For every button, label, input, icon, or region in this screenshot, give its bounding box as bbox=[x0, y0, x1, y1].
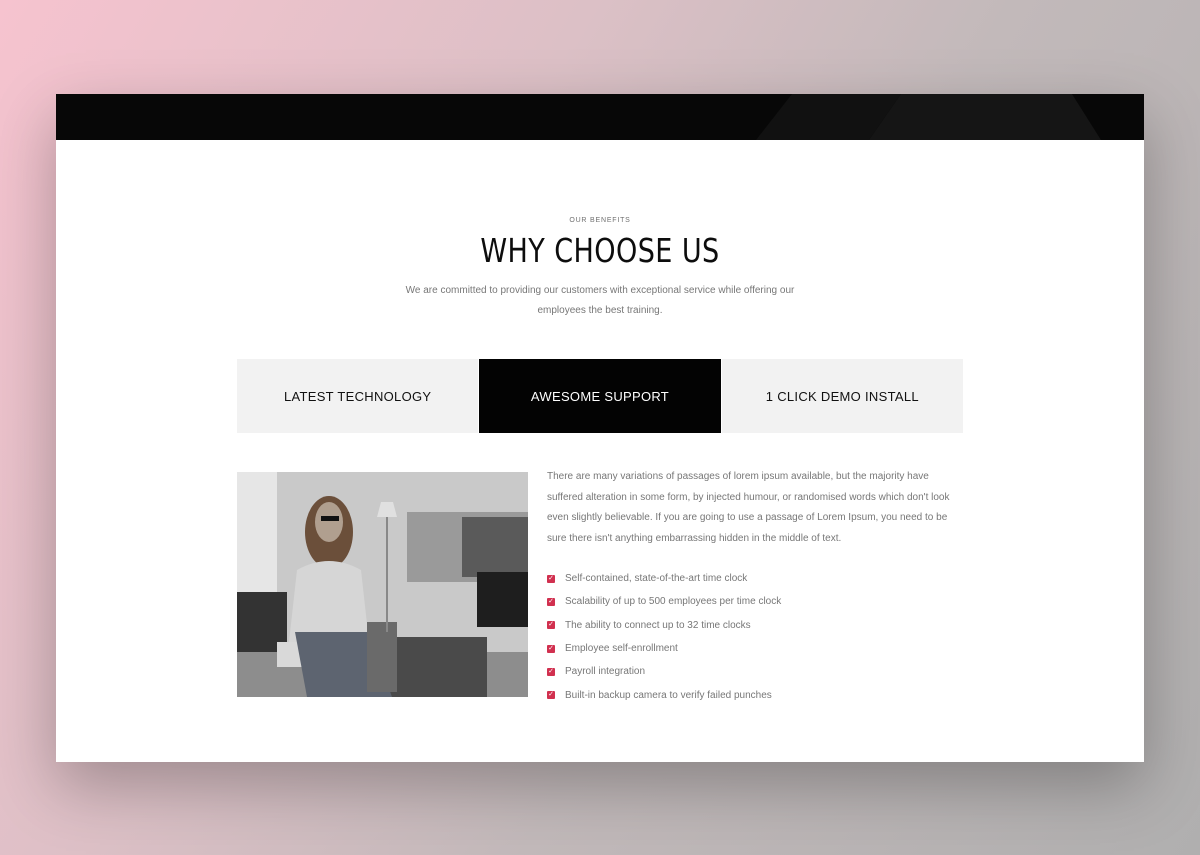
header-decoration bbox=[756, 94, 1101, 140]
section-title: WHY CHOOSE US bbox=[480, 231, 720, 270]
feature-label: Built-in backup camera to verify failed … bbox=[565, 689, 772, 701]
checkbox-checked-icon: ✓ bbox=[547, 691, 555, 700]
checkbox-checked-icon: ✓ bbox=[547, 574, 555, 583]
section-lead: We are committed to providing our custom… bbox=[405, 285, 795, 316]
section-eyebrow: OUR BENEFITS bbox=[569, 217, 631, 224]
list-item: ✓ Payroll integration bbox=[547, 660, 781, 683]
list-item: ✓ The ability to connect up to 32 time cl… bbox=[547, 614, 781, 637]
checkbox-checked-icon: ✓ bbox=[547, 597, 555, 606]
feature-label: Employee self-enrollment bbox=[565, 643, 678, 655]
checkbox-checked-icon: ✓ bbox=[547, 667, 555, 676]
feature-list: ✓ Self-contained, state-of-the-art time c… bbox=[547, 567, 781, 707]
feature-description: There are many variations of passages of… bbox=[547, 471, 950, 545]
feature-label: Self-contained, state-of-the-art time cl… bbox=[565, 573, 748, 585]
tab-one-click-demo-install[interactable]: 1 CLICK DEMO INSTALL bbox=[721, 359, 963, 433]
feature-label: Payroll integration bbox=[565, 666, 646, 678]
office-photo bbox=[237, 472, 528, 697]
list-item: ✓ Scalability of up to 500 employees per … bbox=[547, 590, 781, 613]
section-header: OUR BENEFITS WHY CHOOSE US We are commit… bbox=[56, 216, 1144, 321]
tab-latest-technology[interactable]: LATEST TECHNOLOGY bbox=[237, 359, 479, 433]
tab-awesome-support[interactable]: AWESOME SUPPORT bbox=[479, 359, 721, 433]
list-item: ✓ Employee self-enrollment bbox=[547, 637, 781, 660]
feature-label: The ability to connect up to 32 time clo… bbox=[565, 619, 751, 631]
list-item: ✓ Self-contained, state-of-the-art time c… bbox=[547, 567, 781, 590]
header-bar bbox=[56, 94, 1144, 140]
page-frame: OUR BENEFITS WHY CHOOSE US We are commit… bbox=[56, 94, 1144, 762]
feature-label: Scalability of up to 500 employees per t… bbox=[565, 596, 782, 608]
list-item: ✓ Built-in backup camera to verify failed… bbox=[547, 683, 781, 706]
checkbox-checked-icon: ✓ bbox=[547, 621, 555, 630]
checkbox-checked-icon: ✓ bbox=[547, 644, 555, 653]
feature-tabs: LATEST TECHNOLOGY AWESOME SUPPORT 1 CLIC… bbox=[237, 359, 963, 433]
